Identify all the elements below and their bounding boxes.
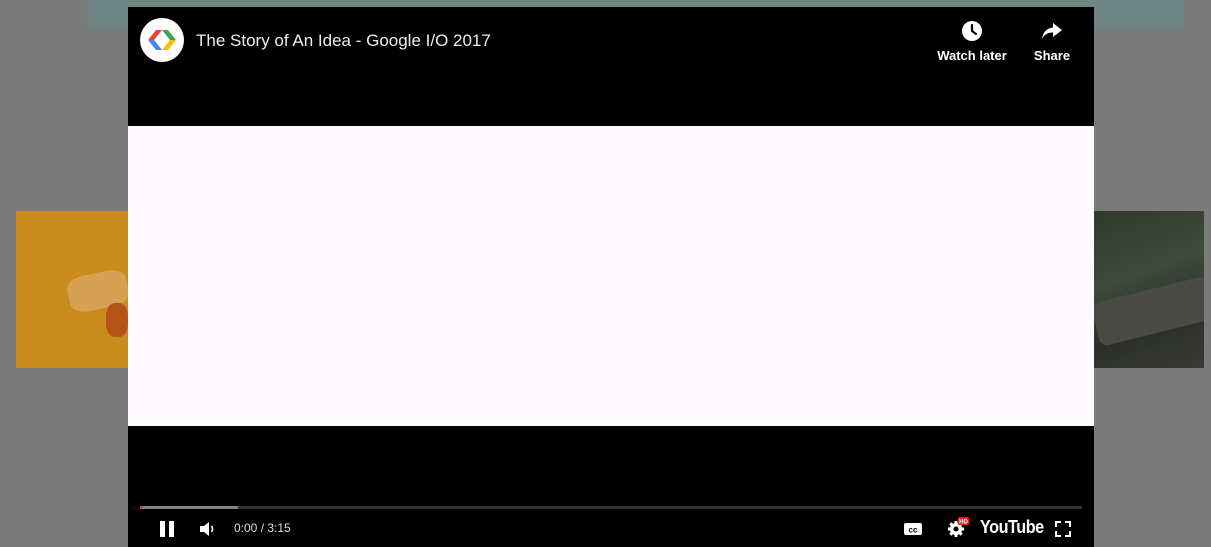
chrome-developers-logo-icon [148, 30, 176, 50]
background-thumbnail-right [1094, 211, 1204, 368]
settings-button[interactable]: HD [946, 516, 970, 538]
video-frame[interactable] [128, 126, 1094, 426]
video-player[interactable]: The Story of An Idea - Google I/O 2017 W… [128, 7, 1094, 547]
settings-hd-icon: HD [948, 517, 969, 537]
svg-text:HD: HD [959, 520, 968, 526]
share-arrow-icon [1042, 23, 1062, 39]
progress-bar[interactable] [140, 506, 1082, 509]
cc-icon: cc [904, 523, 922, 535]
share-label: Share [1033, 48, 1071, 63]
fullscreen-button[interactable] [1053, 519, 1073, 539]
volume-button[interactable] [198, 520, 220, 538]
captions-button[interactable]: cc [902, 520, 924, 538]
progress-played [140, 506, 142, 509]
svg-text:cc: cc [909, 526, 918, 535]
pause-button[interactable] [158, 520, 176, 538]
time-display: 0:00 / 3:15 [234, 521, 291, 535]
share-button[interactable]: Share [1028, 20, 1076, 63]
progress-buffered [140, 506, 238, 509]
fullscreen-icon [1055, 521, 1071, 537]
clock-icon [962, 21, 982, 41]
background-thumbnail-left [16, 211, 128, 368]
youtube-logo-button[interactable]: YouTube [980, 517, 1044, 538]
video-title[interactable]: The Story of An Idea - Google I/O 2017 [196, 31, 491, 51]
watch-later-button[interactable]: Watch later [932, 20, 1012, 63]
channel-logo[interactable] [140, 18, 184, 62]
volume-icon [200, 522, 214, 536]
watch-later-label: Watch later [937, 48, 1007, 63]
